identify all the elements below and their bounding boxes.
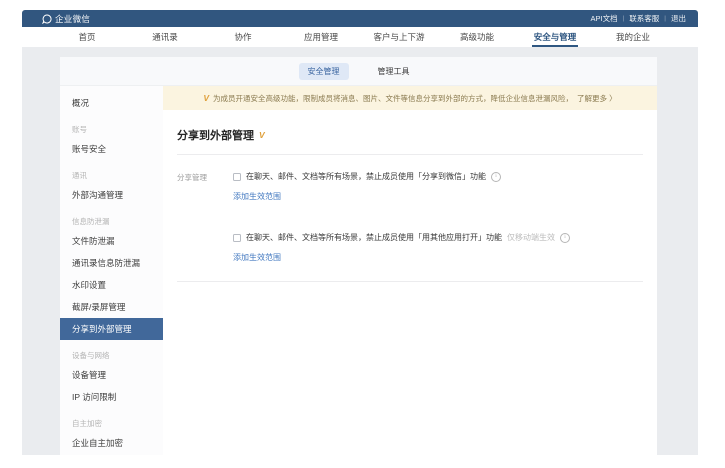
nav-tab-label: 应用管理 [304, 31, 338, 43]
sidebar-section-label: 设备与网络 [60, 340, 163, 364]
rule-checkbox[interactable] [233, 234, 241, 242]
brand: 企业微信 [42, 13, 90, 25]
page-background: 安全管理 管理工具 概况账号账号安全通讯外部沟通管理信息防泄漏文件防泄漏通讯录信息… [22, 47, 698, 455]
card-body: 概况账号账号安全通讯外部沟通管理信息防泄漏文件防泄漏通讯录信息防泄漏水印设置截屏… [60, 86, 657, 455]
sidebar-item[interactable]: 概况 [60, 92, 163, 114]
rule-line: 在聊天、邮件、文档等所有场景，禁止成员使用「用其他应用打开」功能 仅移动端生效 … [233, 232, 643, 243]
sidebar-section-label: 自主加密 [60, 408, 163, 432]
nav-tab[interactable]: 协作 [204, 27, 282, 47]
nav-tab-label: 通讯录 [152, 31, 178, 43]
rule-row: 在聊天、邮件、文档等所有场景，禁止成员使用「用其他应用打开」功能 仅移动端生效 … [233, 232, 643, 265]
nav-tab-label: 客户与上下游 [373, 31, 424, 43]
info-icon[interactable]: i [560, 233, 570, 243]
sidebar-item[interactable]: 企业自主加密 [60, 432, 163, 454]
nav-tab-label: 首页 [78, 31, 95, 43]
sidebar-section-label: 信息防泄漏 [60, 206, 163, 230]
content-inner: 分享到外部管理 V 分享管理 在聊天、邮件、文档等所有场景，禁止成员使用「分享到… [163, 110, 657, 282]
sidebar-item[interactable]: 截屏/录屏管理 [60, 296, 163, 318]
nav-tab[interactable]: 客户与上下游 [360, 27, 438, 47]
sidebar-item[interactable]: IP 访问限制 [60, 386, 163, 408]
nav-tab[interactable]: 首页 [48, 27, 126, 47]
learn-more-link[interactable]: 了解更多 〉 [577, 93, 617, 104]
topbar-links: API文档联系客服退出 [591, 13, 687, 24]
nav-tab-label: 安全与管理 [534, 31, 577, 43]
nav-tab[interactable]: 安全与管理 [516, 27, 594, 47]
wechat-work-logo-icon [42, 14, 52, 24]
nav-tab-label: 我的企业 [616, 31, 650, 43]
premium-v-icon: V [259, 131, 265, 140]
subtab[interactable]: 管理工具 [369, 63, 419, 80]
content-card: 安全管理 管理工具 概况账号账号安全通讯外部沟通管理信息防泄漏文件防泄漏通讯录信息… [60, 57, 657, 455]
brand-name: 企业微信 [55, 13, 90, 25]
topbar: 企业微信 API文档联系客服退出 [22, 10, 698, 27]
page-title: 分享到外部管理 V [177, 127, 643, 143]
nav-tab[interactable]: 我的企业 [594, 27, 672, 47]
rule-text: 在聊天、邮件、文档等所有场景，禁止成员使用「分享到微信」功能 [246, 171, 486, 182]
add-scope-link[interactable]: 添加生效范围 [233, 191, 281, 202]
notice-text: 为成员开通安全高级功能，限制成员将消息、图片、文件等信息分享到外部的方式，降低企… [213, 93, 573, 104]
topbar-link[interactable]: 联系客服 [618, 13, 660, 24]
section-label: 分享管理 [177, 171, 233, 265]
sidebar-item[interactable]: 文件防泄漏 [60, 230, 163, 252]
page-title-text: 分享到外部管理 [177, 127, 254, 143]
nav-tab-label: 协作 [234, 31, 251, 43]
divider [177, 281, 643, 282]
info-icon[interactable]: i [491, 172, 501, 182]
topbar-link[interactable]: 退出 [659, 13, 686, 24]
divider [177, 154, 643, 155]
add-scope-link[interactable]: 添加生效范围 [233, 252, 281, 263]
main-nav: 首页 通讯录 协作 应用管理 客户与上下游 高级功能 安全与管理 我的企业 [22, 27, 698, 47]
nav-tab-label: 高级功能 [460, 31, 494, 43]
nav-tab[interactable]: 高级功能 [438, 27, 516, 47]
sidebar-section-label: 通讯 [60, 160, 163, 184]
main-content: V 为成员开通安全高级功能，限制成员将消息、图片、文件等信息分享到外部的方式，降… [163, 86, 657, 455]
sidebar-item[interactable]: 分享到外部管理 [60, 318, 163, 340]
wework-admin-page: 企业微信 API文档联系客服退出 首页 通讯录 协作 应用管理 客户与上下游 高… [0, 0, 725, 468]
sidebar-section-label: 账号 [60, 114, 163, 138]
sidebar-item[interactable]: 设备管理 [60, 364, 163, 386]
rule-row: 在聊天、邮件、文档等所有场景，禁止成员使用「分享到微信」功能 i 添加生效范围 [233, 171, 643, 204]
subtab-bar: 安全管理 管理工具 [60, 57, 657, 86]
rule-list: 在聊天、邮件、文档等所有场景，禁止成员使用「分享到微信」功能 i 添加生效范围 … [233, 171, 643, 265]
upgrade-notice-banner: V 为成员开通安全高级功能，限制成员将消息、图片、文件等信息分享到外部的方式，降… [163, 86, 657, 110]
sidebar-item[interactable]: 外部沟通管理 [60, 184, 163, 206]
subtab[interactable]: 安全管理 [299, 63, 349, 80]
sidebar-item[interactable]: 通讯录信息防泄漏 [60, 252, 163, 274]
rule-text: 在聊天、邮件、文档等所有场景，禁止成员使用「用其他应用打开」功能 [246, 232, 502, 243]
rule-line: 在聊天、邮件、文档等所有场景，禁止成员使用「分享到微信」功能 i [233, 171, 643, 182]
rule-hint: 仅移动端生效 [507, 232, 555, 243]
settings-sidebar: 概况账号账号安全通讯外部沟通管理信息防泄漏文件防泄漏通讯录信息防泄漏水印设置截屏… [60, 86, 163, 455]
rule-checkbox[interactable] [233, 173, 241, 181]
premium-v-icon: V [203, 94, 209, 103]
nav-tab[interactable]: 通讯录 [126, 27, 204, 47]
nav-tab[interactable]: 应用管理 [282, 27, 360, 47]
topbar-link[interactable]: API文档 [591, 13, 618, 24]
sidebar-item[interactable]: 账号安全 [60, 138, 163, 160]
sidebar-item[interactable]: 水印设置 [60, 274, 163, 296]
share-management-section: 分享管理 在聊天、邮件、文档等所有场景，禁止成员使用「分享到微信」功能 i 添加… [177, 171, 643, 265]
